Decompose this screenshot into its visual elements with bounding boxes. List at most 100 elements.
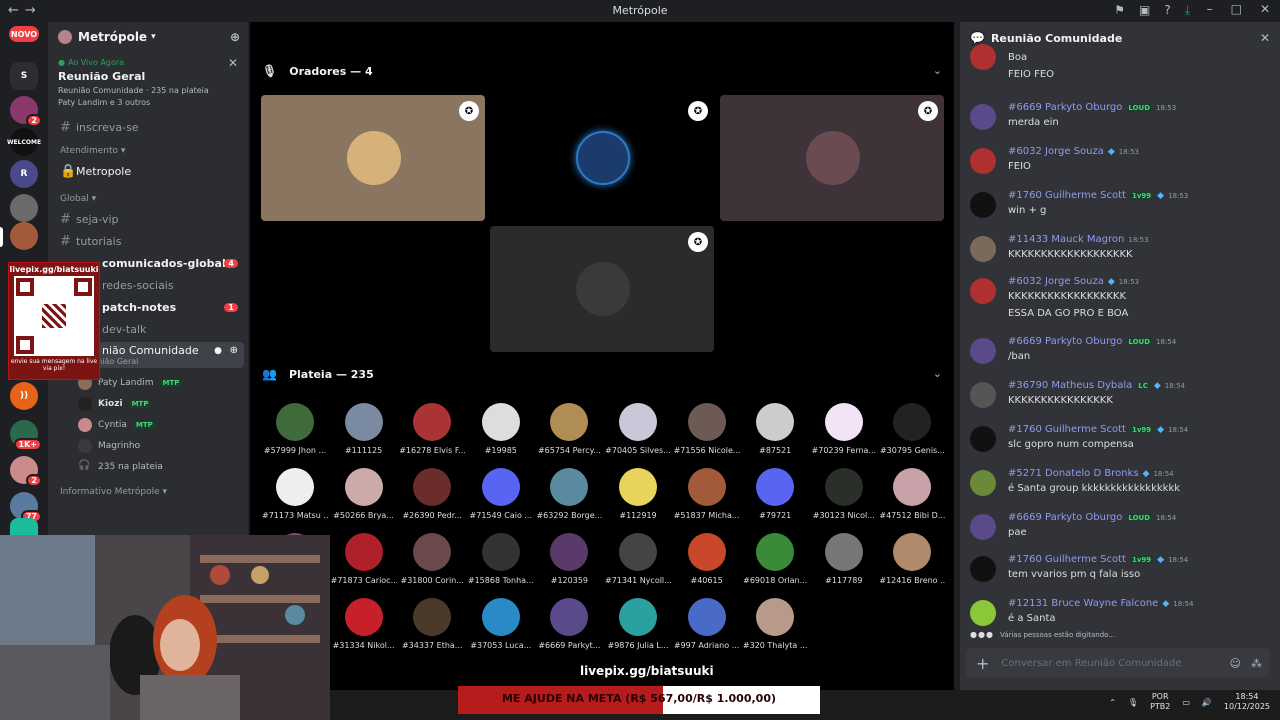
category-atendimento[interactable]: Atendimento ▾: [60, 146, 248, 156]
audience-member[interactable]: #70405 Silves...: [605, 403, 671, 455]
username[interactable]: #6669 Parkyto Oburgo: [1008, 102, 1122, 113]
microphone-icon[interactable]: 🎙: [1128, 698, 1138, 707]
audience-member[interactable]: #71556 Nicole...: [674, 403, 740, 455]
audience-member[interactable]: #320 Thalyta ...: [742, 598, 808, 650]
speaker-tile[interactable]: ✪: [261, 95, 485, 221]
minimize-button[interactable]: –: [1207, 2, 1213, 16]
server-header[interactable]: Metrópole ▾ ⊕: [48, 22, 248, 52]
add-user-icon[interactable]: ⊕: [230, 345, 238, 356]
audience-member[interactable]: #31800 Corin...: [399, 533, 465, 585]
audience-member[interactable]: #30123 Nicol...: [811, 468, 877, 520]
audience-member[interactable]: #31334 Nikol...: [331, 598, 397, 650]
inbox-icon[interactable]: ▣: [1139, 3, 1150, 18]
network-icon[interactable]: ▭: [1182, 698, 1190, 707]
username[interactable]: #1760 Guilherme Scott: [1008, 190, 1126, 201]
username[interactable]: #36790 Matheus Dybala: [1008, 380, 1132, 391]
audience-member[interactable]: #12416 Breno ...: [879, 533, 945, 585]
audience-member[interactable]: #57999 Jhon ...: [262, 403, 328, 455]
speaker-tile[interactable]: ✪: [720, 95, 944, 221]
language-indicator[interactable]: POR PTB2: [1150, 692, 1170, 712]
voice-user[interactable]: Magrinho: [48, 435, 248, 456]
server-icon[interactable]: )): [10, 382, 38, 410]
username[interactable]: #5271 Donatelo D Bronks: [1008, 468, 1139, 479]
username[interactable]: #6669 Parkyto Oburgo: [1008, 512, 1122, 523]
channel-tutoriais[interactable]: # tutoriais: [48, 230, 248, 252]
audience-member[interactable]: #51837 Micha...: [674, 468, 740, 520]
close-window-button[interactable]: ✕: [1260, 2, 1270, 16]
username[interactable]: #11433 Mauck Magron: [1008, 234, 1124, 245]
add-member-icon[interactable]: ⊕: [230, 30, 240, 44]
channel-inscreva-se[interactable]: # inscreva-se: [48, 116, 248, 138]
audience-member[interactable]: #16278 Elvis F...: [399, 403, 465, 455]
server-icon[interactable]: [10, 194, 38, 222]
avatar[interactable]: [970, 44, 996, 70]
server-icon[interactable]: R: [10, 160, 38, 188]
avatar[interactable]: [970, 192, 996, 218]
audience-member[interactable]: #65754 Percy...: [536, 403, 602, 455]
download-icon[interactable]: ⤓: [1185, 3, 1190, 18]
audience-member[interactable]: #997 Adriano ...: [674, 598, 740, 650]
apps-icon[interactable]: ⁂: [1251, 657, 1262, 670]
voice-user[interactable]: Cyntia MTP: [48, 414, 248, 435]
server-icon[interactable]: 77: [10, 492, 42, 523]
audience-member[interactable]: #71873 Carioc...: [331, 533, 397, 585]
close-icon[interactable]: ✕: [228, 56, 238, 70]
maximize-button[interactable]: □: [1231, 2, 1242, 16]
attach-plus-icon[interactable]: +: [976, 654, 989, 673]
category-informativo[interactable]: Informativo Metrópole ▾: [60, 487, 248, 497]
live-stage-card[interactable]: Ao Vivo Agora Reunião Geral Reunião Comu…: [54, 54, 242, 114]
username[interactable]: #6032 Jorge Souza: [1008, 276, 1104, 287]
username[interactable]: #6032 Jorge Souza: [1008, 146, 1104, 157]
avatar[interactable]: [970, 382, 996, 408]
avatar[interactable]: [970, 236, 996, 262]
audience-member[interactable]: #111125: [331, 403, 397, 455]
speakers-header[interactable]: 🎙 Oradores — 4: [262, 64, 373, 78]
message-input[interactable]: [1001, 657, 1202, 669]
clock[interactable]: 18:54 10/12/2025: [1224, 692, 1270, 712]
username[interactable]: #12131 Bruce Wayne Falcone: [1008, 598, 1158, 609]
audience-member[interactable]: #40615: [674, 533, 740, 585]
audience-member[interactable]: #26390 Pedr...: [399, 468, 465, 520]
audience-member[interactable]: #34337 Etha...: [399, 598, 465, 650]
avatar[interactable]: [970, 338, 996, 364]
audience-member[interactable]: #50266 Brya...: [331, 468, 397, 520]
audience-member[interactable]: #112919: [605, 468, 671, 520]
audience-member[interactable]: #70239 Ferna...: [811, 403, 877, 455]
avatar[interactable]: [970, 278, 996, 304]
chevron-down-icon[interactable]: ⌄: [933, 64, 942, 77]
welcome-server-icon[interactable]: WELCOME: [7, 128, 41, 156]
voice-user[interactable]: Kiozi MTP: [48, 393, 248, 414]
category-global[interactable]: Global ▾: [60, 194, 248, 204]
audience-member[interactable]: #87521: [742, 403, 808, 455]
audience-member[interactable]: #9876 Julia L...: [605, 598, 671, 650]
avatar[interactable]: [970, 470, 996, 496]
audience-member[interactable]: #79721: [742, 468, 808, 520]
audience-member[interactable]: #120359: [536, 533, 602, 585]
close-icon[interactable]: ✕: [1260, 31, 1270, 45]
username[interactable]: #6669 Parkyto Oburgo: [1008, 336, 1122, 347]
audience-member[interactable]: #30795 Genis...: [879, 403, 945, 455]
speaker-tile[interactable]: ✪: [490, 95, 714, 221]
avatar[interactable]: [970, 556, 996, 582]
avatar[interactable]: [970, 600, 996, 626]
help-icon[interactable]: ?: [1164, 3, 1170, 18]
chat-icon[interactable]: ●: [214, 346, 222, 356]
channel-seja-vip[interactable]: # seja-vip: [48, 208, 248, 230]
server-icon[interactable]: 2: [10, 456, 42, 487]
volume-icon[interactable]: 🔊: [1202, 698, 1212, 707]
audience-member[interactable]: #37053 Luca...: [468, 598, 534, 650]
audience-member[interactable]: #15868 Tonha...: [468, 533, 534, 585]
audience-member[interactable]: #71549 Caio ...: [468, 468, 534, 520]
username[interactable]: #1760 Guilherme Scott: [1008, 424, 1126, 435]
avatar[interactable]: [970, 148, 996, 174]
chevron-up-icon[interactable]: ⌃: [1109, 698, 1116, 707]
chevron-down-icon[interactable]: ⌄: [933, 367, 942, 380]
audience-member[interactable]: #6669 Parkyt...: [536, 598, 602, 650]
flag-icon[interactable]: ⚑: [1114, 3, 1125, 18]
audience-count[interactable]: 🎧 235 na plateia: [48, 456, 248, 477]
speaker-tile[interactable]: ✪: [490, 226, 714, 352]
audience-member[interactable]: #47512 Bibi D...: [879, 468, 945, 520]
audience-member[interactable]: #63292 Borge...: [536, 468, 602, 520]
channel-metropole[interactable]: 🔒 Metropole: [48, 160, 248, 182]
server-icon[interactable]: S: [10, 62, 38, 90]
